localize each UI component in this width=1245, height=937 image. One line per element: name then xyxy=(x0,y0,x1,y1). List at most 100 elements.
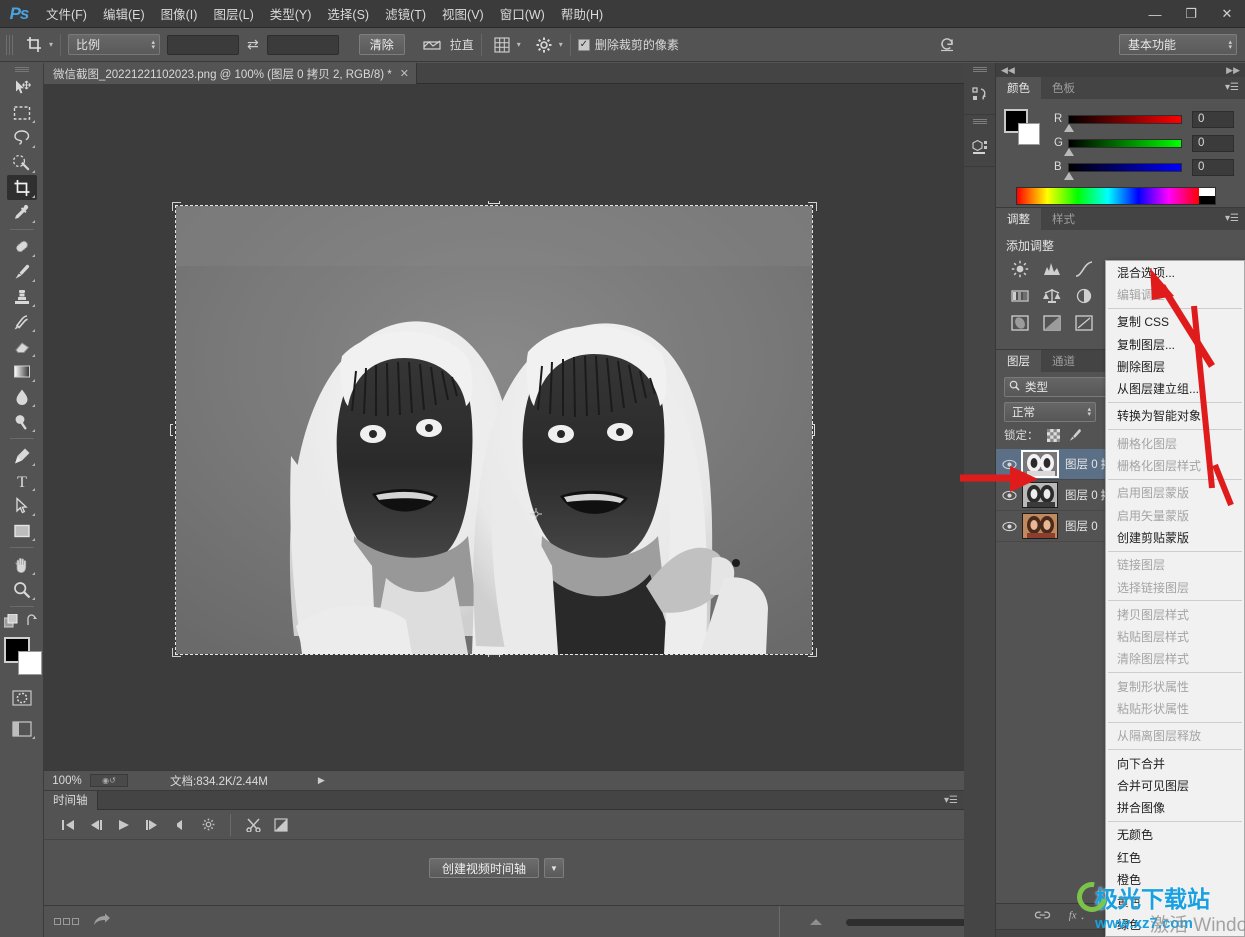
reset-icon[interactable] xyxy=(938,35,956,56)
delete-cropped-checkbox[interactable]: ✓ xyxy=(577,38,590,51)
options-bar-grip[interactable] xyxy=(6,34,15,55)
workspace-select[interactable]: 基本功能 ▴ ▾ xyxy=(1119,34,1237,55)
menu-item-delete-layer[interactable]: 删除图层 xyxy=(1106,355,1244,377)
crop-ratio-select[interactable]: 比例 ▴ ▾ xyxy=(68,34,161,55)
exposure-icon[interactable] xyxy=(1010,287,1030,305)
menu-edit[interactable]: 编辑(E) xyxy=(95,0,153,27)
add-layer-style-icon[interactable]: fx xyxy=(1067,908,1085,925)
crop-height-input[interactable] xyxy=(266,34,339,55)
crop-overlay-grid-icon[interactable] xyxy=(489,33,515,57)
gradient-tool[interactable] xyxy=(7,359,37,384)
brightness-contrast-icon[interactable] xyxy=(1010,260,1030,278)
menu-file[interactable]: 文件(F) xyxy=(38,0,95,27)
menu-layer[interactable]: 图层(L) xyxy=(205,0,261,27)
document-tab[interactable]: 微信截图_20221221102023.png @ 100% (图层 0 拷贝 … xyxy=(44,63,417,84)
layer-context-menu[interactable]: 混合选项... 编辑调整... 复制 CSS 复制图层... 删除图层 从图层建… xyxy=(1105,260,1245,937)
red-slider[interactable] xyxy=(1064,114,1182,132)
document-image[interactable] xyxy=(176,206,812,654)
clone-stamp-tool[interactable] xyxy=(7,284,37,309)
crop-tool-icon[interactable] xyxy=(21,33,47,57)
photo-filter-icon[interactable] xyxy=(1074,314,1094,332)
menu-item-duplicate-layer[interactable]: 复制图层... xyxy=(1106,333,1244,355)
black-white-icon[interactable] xyxy=(1042,314,1062,332)
crop-handle-bottom[interactable] xyxy=(488,654,500,657)
next-frame-icon[interactable] xyxy=(138,813,166,837)
crop-width-input[interactable] xyxy=(167,34,240,55)
tab-adjustments[interactable]: 调整 xyxy=(996,208,1041,230)
timeline-panel-menu-icon[interactable]: ▾☰ xyxy=(944,795,958,806)
menu-item-flatten-image[interactable]: 拼合图像 xyxy=(1106,797,1244,819)
share-icon[interactable] xyxy=(93,913,111,930)
type-tool[interactable]: T xyxy=(7,468,37,493)
crop-handle-bl[interactable] xyxy=(172,648,181,657)
status-expand-arrow-icon[interactable]: ▶ xyxy=(318,775,325,786)
menu-item-create-clipping-mask[interactable]: 创建剪贴蒙版 xyxy=(1106,526,1244,548)
menu-item-merge-down[interactable]: 向下合并 xyxy=(1106,752,1244,774)
color-spectrum-bar[interactable] xyxy=(1016,187,1216,205)
tab-styles[interactable]: 样式 xyxy=(1041,208,1086,230)
menu-filter[interactable]: 滤镜(T) xyxy=(377,0,434,27)
vibrance-icon[interactable] xyxy=(1042,287,1062,305)
clear-crop-button[interactable]: 清除 xyxy=(358,34,405,55)
menu-help[interactable]: 帮助(H) xyxy=(553,0,611,27)
menu-item-red[interactable]: 红色 xyxy=(1106,846,1244,868)
tab-color[interactable]: 颜色 xyxy=(996,77,1041,99)
zoom-tool[interactable] xyxy=(7,577,37,602)
straighten-label[interactable]: 拉直 xyxy=(450,36,474,53)
menu-item-orange[interactable]: 橙色 xyxy=(1106,868,1244,890)
hue-saturation-icon[interactable] xyxy=(1074,287,1094,305)
menu-item-copy-css[interactable]: 复制 CSS xyxy=(1106,311,1244,333)
menu-select[interactable]: 选择(S) xyxy=(319,0,377,27)
menu-item-convert-to-smart-object[interactable]: 转换为智能对象 xyxy=(1106,405,1244,427)
canvas-area[interactable] xyxy=(44,84,964,770)
menu-type[interactable]: 类型(Y) xyxy=(262,0,320,27)
create-timeline-dropdown-icon[interactable]: ▼ xyxy=(544,858,565,878)
layer-thumbnail[interactable] xyxy=(1022,482,1058,508)
zoom-out-icon[interactable] xyxy=(808,915,824,929)
eyedropper-tool[interactable] xyxy=(7,200,37,225)
create-video-timeline-button[interactable]: 创建视频时间轴 xyxy=(429,858,540,878)
more-tools-icon[interactable] xyxy=(3,613,20,631)
history-panel-icon[interactable] xyxy=(964,75,996,115)
zoom-level[interactable]: 100% xyxy=(44,775,90,787)
green-value[interactable]: 0 xyxy=(1192,134,1234,152)
layer-visibility-icon[interactable] xyxy=(996,521,1022,532)
path-selection-tool[interactable] xyxy=(7,493,37,518)
swap-colors-icon[interactable] xyxy=(26,613,40,631)
play-icon[interactable] xyxy=(110,813,138,837)
transition-icon[interactable] xyxy=(267,813,295,837)
blend-mode-select[interactable]: 正常 ▴ ▾ xyxy=(1004,402,1096,422)
crop-handle-top[interactable] xyxy=(488,201,500,204)
frames-view-icon[interactable] xyxy=(54,918,79,925)
menu-item-merge-visible[interactable]: 合并可见图层 xyxy=(1106,774,1244,796)
blur-tool[interactable] xyxy=(7,384,37,409)
tab-swatches[interactable]: 色板 xyxy=(1041,77,1086,99)
history-brush-tool[interactable] xyxy=(7,309,37,334)
menu-view[interactable]: 视图(V) xyxy=(434,0,492,27)
menu-item-blending-options[interactable]: 混合选项... xyxy=(1106,261,1244,283)
close-button[interactable]: ✕ xyxy=(1209,0,1245,28)
curves-icon[interactable] xyxy=(1074,260,1094,278)
quick-mask-icon[interactable] xyxy=(7,685,37,710)
rail-grip-2[interactable] xyxy=(964,115,995,127)
lasso-tool[interactable] xyxy=(7,125,37,150)
eraser-tool[interactable] xyxy=(7,334,37,359)
straighten-icon[interactable] xyxy=(419,33,445,57)
adjustments-panel-menu-icon[interactable]: ▾☰ xyxy=(1225,213,1239,224)
lock-image-pixels-icon[interactable] xyxy=(1068,428,1083,443)
green-slider[interactable] xyxy=(1064,138,1182,156)
link-layers-icon[interactable] xyxy=(1034,909,1051,924)
properties-panel-icon[interactable] xyxy=(964,127,996,167)
crop-handle-tr[interactable] xyxy=(808,202,817,211)
screen-mode-icon[interactable] xyxy=(7,716,37,741)
tab-timeline[interactable]: 时间轴 xyxy=(44,790,98,810)
swap-dimensions-icon[interactable]: ⇄ xyxy=(247,36,259,53)
layer-name[interactable]: 图层 0 xyxy=(1065,518,1098,534)
collapse-dock-icon[interactable]: ◀◀ xyxy=(1001,65,1015,76)
menu-item-no-color[interactable]: 无颜色 xyxy=(1106,824,1244,846)
hand-tool[interactable] xyxy=(7,552,37,577)
maximize-button[interactable]: ❐ xyxy=(1173,0,1209,28)
minimize-button[interactable]: — xyxy=(1137,0,1173,28)
tools-panel-grip[interactable] xyxy=(0,63,43,75)
panel-background-swatch[interactable] xyxy=(1018,123,1040,145)
